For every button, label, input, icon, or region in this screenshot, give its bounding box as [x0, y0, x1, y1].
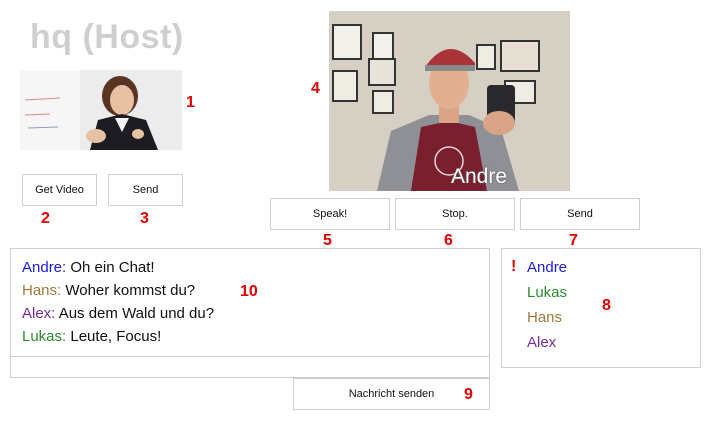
speak-button[interactable]: Speak! [270, 198, 390, 230]
chat-message: Andre: Oh ein Chat! [22, 259, 489, 276]
send-button[interactable]: Send [520, 198, 640, 230]
chat-message-text: Woher kommst du? [65, 282, 196, 299]
chat-message-user: Alex: [22, 305, 56, 322]
annotation-9: 9 [464, 386, 473, 403]
send-video-button[interactable]: Send [108, 174, 183, 206]
remote-video-image [329, 11, 570, 191]
local-video [20, 70, 182, 150]
annotation-10: 10 [240, 283, 258, 300]
chat-message-user: Andre: [22, 259, 67, 276]
chat-input[interactable] [10, 356, 490, 378]
user-list: Andre Lukas Hans Alex [501, 248, 701, 368]
chat-message-user: Hans: [22, 282, 62, 299]
chat-message-user: Lukas: [22, 328, 67, 345]
remote-video-name: Andre [451, 165, 508, 188]
annotation-4: 4 [311, 80, 320, 97]
user-list-item[interactable]: Hans [527, 309, 700, 326]
presenter-image [20, 70, 182, 150]
alert-mark: ! [511, 258, 517, 275]
chat-message: Lukas: Leute, Focus! [22, 328, 489, 345]
annotation-1: 1 [186, 94, 195, 111]
remote-video: Andre [329, 11, 570, 191]
stop-button[interactable]: Stop. [395, 198, 515, 230]
get-video-button[interactable]: Get Video [22, 174, 97, 206]
chat-log: Andre: Oh ein Chat! Hans: Woher kommst du… [10, 248, 490, 357]
send-message-button[interactable]: Nachricht senden [293, 378, 490, 410]
chat-message-text: Oh ein Chat! [70, 259, 155, 276]
annotation-8: 8 [602, 297, 611, 314]
host-title: hq (Host) [30, 18, 184, 56]
user-list-item[interactable]: Lukas [527, 284, 700, 301]
annotation-2: 2 [41, 210, 50, 227]
chat-message-text: Leute, Focus! [70, 328, 162, 345]
annotation-3: 3 [140, 210, 149, 227]
user-list-item[interactable]: Andre [527, 259, 700, 276]
chat-message: Alex: Aus dem Wald und du? [22, 305, 489, 322]
user-list-item[interactable]: Alex [527, 334, 700, 351]
chat-message-text: Aus dem Wald und du? [58, 305, 215, 322]
